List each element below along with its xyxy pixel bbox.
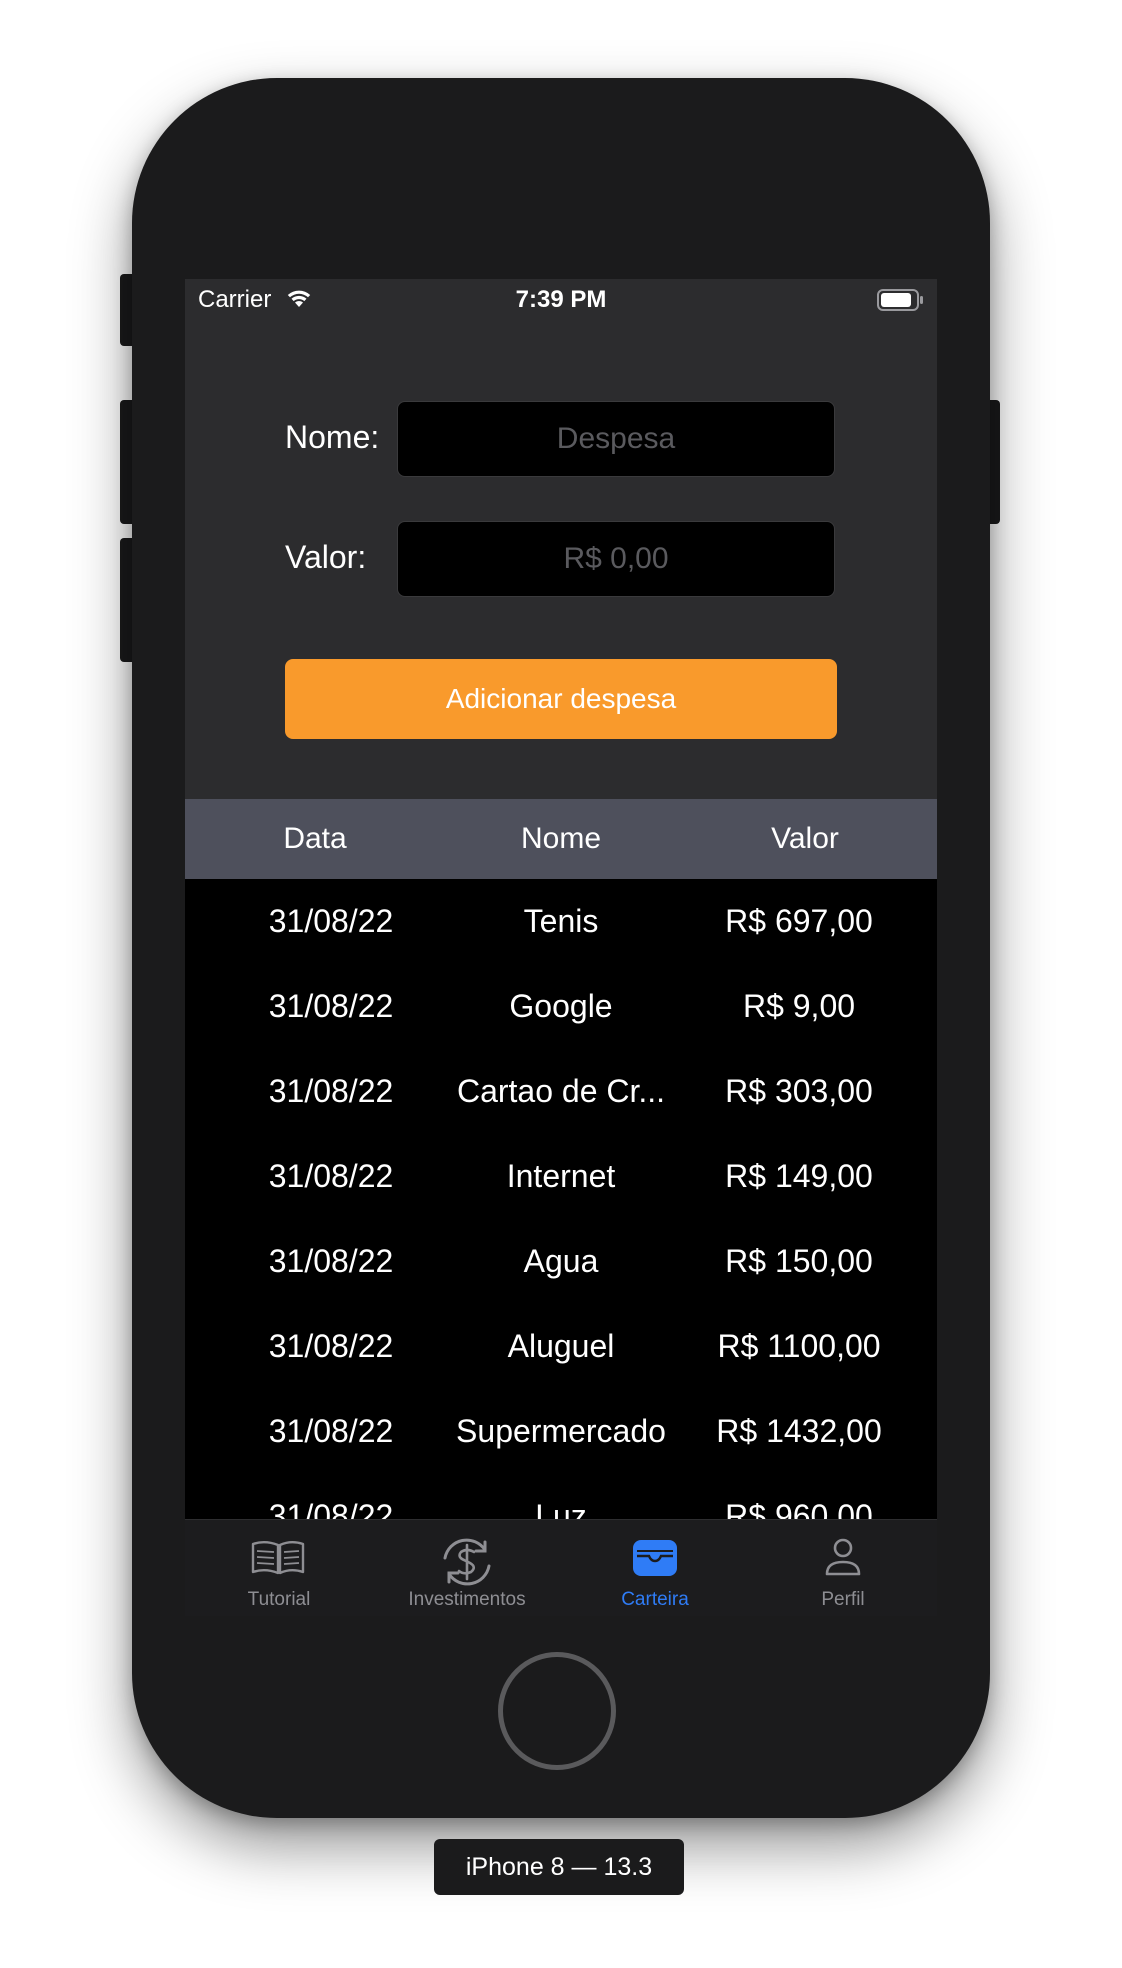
tab-perfil[interactable]: Perfil bbox=[749, 1520, 937, 1616]
cell-nome: Cartao de Cr... bbox=[456, 1073, 666, 1109]
table-row[interactable]: 31/08/22 Supermercado R$ 1432,00 bbox=[185, 1389, 937, 1474]
cell-data: 31/08/22 bbox=[268, 1073, 394, 1109]
home-button[interactable] bbox=[498, 1652, 616, 1770]
column-header-nome: Nome bbox=[520, 822, 602, 855]
currency-exchange-icon bbox=[373, 1536, 561, 1586]
cell-data: 31/08/22 bbox=[268, 1328, 394, 1364]
cell-valor: R$ 303,00 bbox=[725, 1073, 873, 1109]
tab-tutorial[interactable]: Tutorial bbox=[185, 1520, 373, 1616]
table-row[interactable]: 31/08/22 Aluguel R$ 1100,00 bbox=[185, 1304, 937, 1389]
cell-valor: R$ 960,00 bbox=[725, 1498, 873, 1519]
cell-nome: Google bbox=[509, 988, 613, 1024]
wallet-icon bbox=[561, 1536, 749, 1580]
battery-icon bbox=[877, 289, 925, 318]
cell-data: 31/08/22 bbox=[268, 903, 394, 939]
column-header-data: Data bbox=[283, 822, 347, 855]
cell-data: 31/08/22 bbox=[268, 1243, 394, 1279]
expense-form: Nome: Despesa Valor: R$ 0,00 Adicionar d… bbox=[185, 321, 937, 799]
tab-label-tutorial: Tutorial bbox=[247, 1589, 311, 1610]
cell-valor: R$ 1100,00 bbox=[717, 1328, 881, 1364]
tab-investimentos[interactable]: Investimentos bbox=[373, 1520, 561, 1616]
table-row[interactable]: 31/08/22 Luz R$ 960,00 bbox=[185, 1474, 937, 1519]
device-name-label: iPhone 8 — 13.3 bbox=[434, 1839, 684, 1895]
nome-input[interactable]: Despesa bbox=[397, 401, 835, 477]
column-header-valor: Valor bbox=[771, 822, 839, 855]
nome-label: Nome: bbox=[285, 419, 380, 455]
book-icon bbox=[185, 1536, 373, 1580]
cell-nome: Agua bbox=[523, 1243, 599, 1279]
cell-data: 31/08/22 bbox=[268, 1413, 394, 1449]
tab-label-carteira: Carteira bbox=[621, 1589, 689, 1610]
status-time: 7:39 PM bbox=[515, 286, 607, 313]
table-row[interactable]: 31/08/22 Cartao de Cr... R$ 303,00 bbox=[185, 1049, 937, 1134]
cell-nome: Luz bbox=[535, 1498, 587, 1519]
person-icon bbox=[749, 1536, 937, 1580]
cell-data: 31/08/22 bbox=[268, 988, 394, 1024]
tab-carteira[interactable]: Carteira bbox=[561, 1520, 749, 1616]
simulator-stage: Carrier 7:39 PM Nome: Despesa Valor: R$ … bbox=[0, 0, 1122, 1968]
cell-nome: Tenis bbox=[523, 903, 599, 939]
valor-input[interactable]: R$ 0,00 bbox=[397, 521, 835, 597]
cell-valor: R$ 149,00 bbox=[725, 1158, 873, 1194]
device-screen: Carrier 7:39 PM Nome: Despesa Valor: R$ … bbox=[185, 279, 937, 1616]
table-row[interactable]: 31/08/22 Google R$ 9,00 bbox=[185, 964, 937, 1049]
tab-bar: Tutorial Investimentos Carteira Perfil bbox=[185, 1519, 937, 1616]
cell-data: 31/08/22 bbox=[268, 1158, 394, 1194]
cell-valor: R$ 9,00 bbox=[742, 988, 856, 1024]
valor-label: Valor: bbox=[285, 539, 367, 575]
cell-valor: R$ 1432,00 bbox=[716, 1413, 882, 1449]
cell-nome: Aluguel bbox=[507, 1328, 615, 1364]
cell-nome: Supermercado bbox=[456, 1413, 666, 1449]
cell-valor: R$ 697,00 bbox=[725, 903, 873, 939]
add-expense-button[interactable]: Adicionar despesa bbox=[285, 659, 837, 739]
expense-table[interactable]: 31/08/22 Tenis R$ 697,00 31/08/22 Google… bbox=[185, 879, 937, 1519]
table-row[interactable]: 31/08/22 Agua R$ 150,00 bbox=[185, 1219, 937, 1304]
tab-label-perfil: Perfil bbox=[821, 1589, 865, 1610]
table-row[interactable]: 31/08/22 Tenis R$ 697,00 bbox=[185, 879, 937, 964]
cell-valor: R$ 150,00 bbox=[725, 1243, 873, 1279]
table-header: Data Nome Valor bbox=[185, 799, 937, 879]
status-bar: Carrier 7:39 PM bbox=[185, 279, 937, 321]
cell-nome: Internet bbox=[506, 1158, 616, 1194]
cell-data: 31/08/22 bbox=[268, 1498, 394, 1519]
table-row[interactable]: 31/08/22 Internet R$ 149,00 bbox=[185, 1134, 937, 1219]
tab-label-investimentos: Investimentos bbox=[408, 1589, 526, 1610]
